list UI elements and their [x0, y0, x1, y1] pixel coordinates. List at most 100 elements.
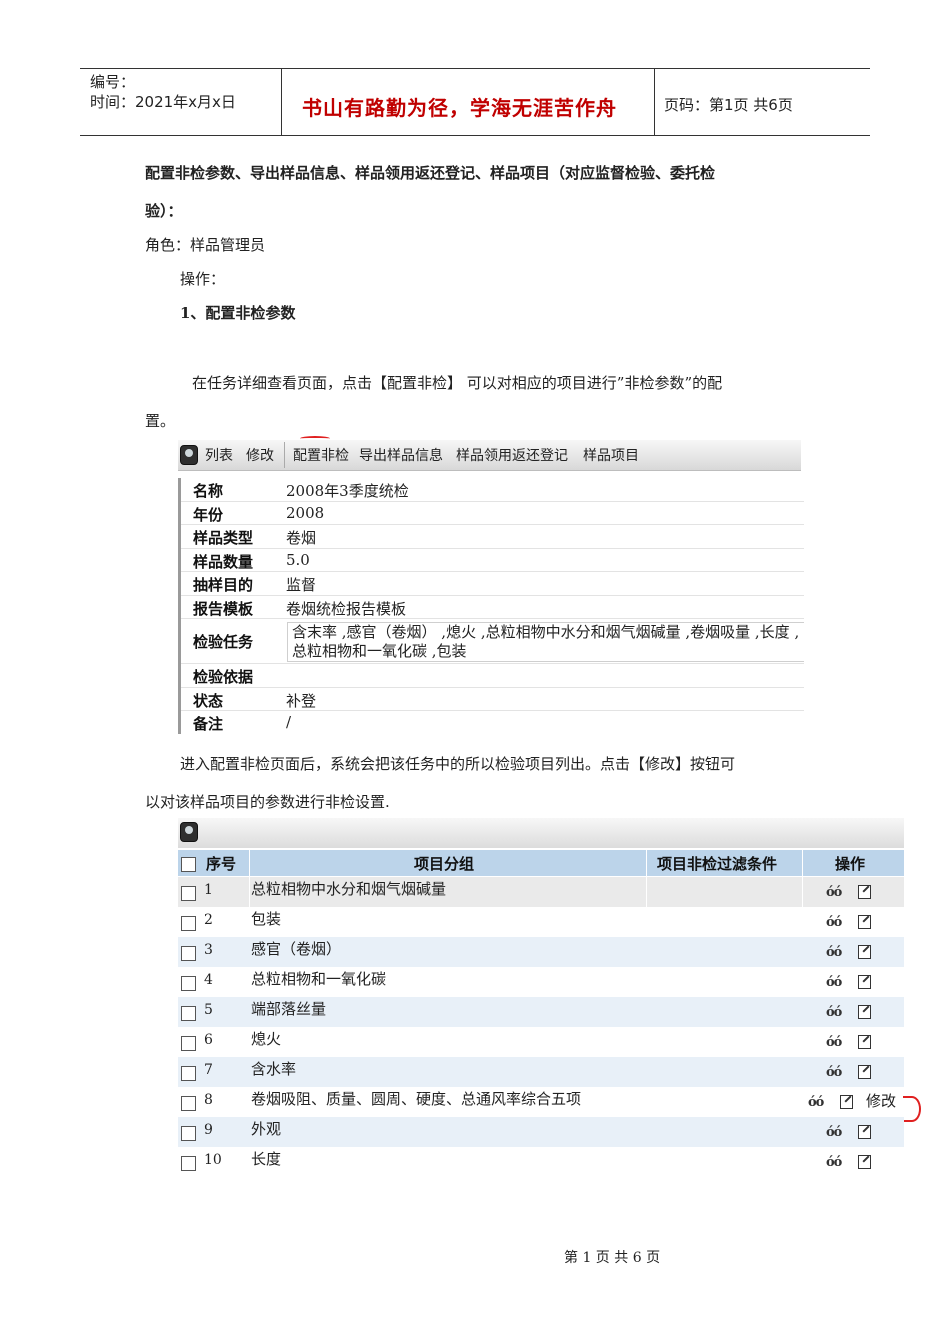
- row-checkbox[interactable]: [181, 976, 196, 991]
- detail-label: 年份: [193, 505, 224, 524]
- glasses-icon[interactable]: óó: [808, 1095, 824, 1110]
- row-num: 7: [204, 1062, 213, 1078]
- row-checkbox[interactable]: [181, 886, 196, 901]
- detail-value: /: [286, 713, 292, 731]
- glasses-icon[interactable]: óó: [826, 1035, 842, 1050]
- edit-icon[interactable]: [858, 885, 871, 899]
- grid-col-separator: [802, 877, 803, 907]
- row-name: 总粒相物和一氧化碳: [251, 970, 387, 988]
- detail-value: 监督: [286, 576, 317, 594]
- toolbar-export-button[interactable]: 导出样品信息: [359, 445, 443, 465]
- role-text: 角色：样品管理员: [145, 236, 266, 254]
- row-num: 5: [204, 1002, 213, 1018]
- edit-icon[interactable]: [858, 945, 871, 959]
- glasses-icon[interactable]: óó: [826, 1005, 842, 1020]
- modify-link[interactable]: 修改: [866, 1090, 896, 1111]
- glasses-icon[interactable]: óó: [826, 885, 842, 900]
- edit-icon[interactable]: [840, 1095, 853, 1109]
- detail-label: 名称: [193, 482, 224, 500]
- glasses-icon[interactable]: óó: [826, 1125, 842, 1140]
- section-title-line1: 配置非检参数、导出样品信息、样品领用返还登记、样品项目（对应监督检验、委托检: [145, 164, 716, 182]
- header-bottom-border: [80, 135, 870, 136]
- table-row: 1 总粒相物中水分和烟气烟碱量 óó: [178, 877, 904, 907]
- row-checkbox[interactable]: [181, 1126, 196, 1141]
- glasses-icon[interactable]: óó: [826, 975, 842, 990]
- paragraph-1: 在任务详细查看页面，点击【配置非检】 可以对相应的项目进行”非检参数”的配: [192, 374, 723, 392]
- table-row: 3 感官（卷烟） óó: [178, 937, 904, 967]
- toolbar-config-noncheck-button[interactable]: 配置非检: [293, 445, 349, 465]
- header-top-border: [80, 68, 870, 69]
- row-name: 含水率: [251, 1060, 297, 1078]
- row-checkbox[interactable]: [181, 946, 196, 961]
- row-num: 9: [204, 1122, 213, 1138]
- row-num: 1: [204, 882, 213, 898]
- detail-row: 检验任务 含末率 ,感官（卷烟） ,熄火 ,总粒相物中水分和烟气烟碱量 ,卷烟吸…: [181, 619, 804, 664]
- detail-table: 名称 2008年3季度统检 年份 2008 样品类型 卷烟 样品数量 5.0 抽…: [178, 478, 804, 734]
- edit-icon[interactable]: [858, 1125, 871, 1139]
- row-checkbox[interactable]: [181, 1066, 196, 1081]
- section-title-line2: 验）：: [145, 202, 183, 220]
- table-row: 2 包装 óó: [178, 907, 904, 937]
- grid-col-separator: [802, 850, 803, 876]
- grid-header-group: 项目分组: [414, 855, 475, 873]
- table-row: 4 总粒相物和一氧化碳 óó: [178, 967, 904, 997]
- row-num: 2: [204, 912, 213, 928]
- operation-text: 操作：: [180, 270, 226, 288]
- header-number-label: 编号：: [90, 73, 136, 91]
- row-num: 4: [204, 972, 213, 988]
- edit-icon[interactable]: [858, 975, 871, 989]
- header-page-info: 页码：第1页 共6页: [664, 96, 793, 114]
- detail-row: 备注 /: [181, 711, 804, 734]
- edit-icon[interactable]: [858, 1065, 871, 1079]
- glasses-icon[interactable]: óó: [826, 915, 842, 930]
- row-checkbox[interactable]: [181, 1006, 196, 1021]
- glasses-icon[interactable]: óó: [826, 945, 842, 960]
- page-footer: 第 1 页 共 6 页: [564, 1250, 661, 1266]
- paragraph-2: 进入配置非检页面后，系统会把该任务中的所以检验项目列出。点击【修改】按钮可: [180, 755, 736, 773]
- row-num: 8: [204, 1092, 213, 1108]
- row-name: 包装: [251, 910, 282, 928]
- row-checkbox[interactable]: [181, 916, 196, 931]
- paragraph-2-cont: 以对该样品项目的参数进行非检设置.: [145, 793, 390, 811]
- toolbar-sample-items-button[interactable]: 样品项目: [583, 445, 639, 465]
- detail-row: 样品数量 5.0: [181, 549, 804, 572]
- table-row: 10 长度 óó: [178, 1147, 904, 1177]
- row-checkbox[interactable]: [181, 1096, 196, 1111]
- grid-header-num: 序号: [206, 855, 237, 873]
- table-row: 9 外观 óó: [178, 1117, 904, 1147]
- grid-header-ops: 操作: [835, 855, 866, 873]
- detail-label: 样品类型: [193, 529, 254, 547]
- detail-label: 状态: [193, 691, 224, 710]
- glasses-icon[interactable]: óó: [826, 1155, 842, 1170]
- glasses-icon[interactable]: óó: [826, 1065, 842, 1080]
- toolbar-edit-button[interactable]: 修改: [246, 445, 274, 465]
- detail-label: 抽样目的: [193, 576, 254, 594]
- toolbar-sample-register-button[interactable]: 样品领用返还登记: [456, 445, 568, 465]
- table-row: 8 卷烟吸阻、质量、圆周、硬度、总通风率综合五项 óó 修改: [178, 1087, 904, 1117]
- header-time-label: 时间：2021年x月x日: [90, 93, 236, 111]
- row-checkbox[interactable]: [181, 1036, 196, 1051]
- row-checkbox[interactable]: [181, 1156, 196, 1171]
- edit-icon[interactable]: [858, 1035, 871, 1049]
- edit-icon[interactable]: [858, 1155, 871, 1169]
- detail-row: 报告模板 卷烟统检报告模板: [181, 596, 804, 619]
- highlight-mark: [903, 1096, 921, 1122]
- detail-row: 样品类型 卷烟: [181, 525, 804, 549]
- detail-value: 卷烟统检报告模板: [286, 599, 407, 618]
- detail-row: 检验依据: [181, 664, 804, 688]
- select-all-checkbox[interactable]: [181, 857, 196, 872]
- detail-label: 检验任务: [193, 633, 254, 651]
- table-row: 7 含水率 óó: [178, 1057, 904, 1087]
- header-motto: 书山有路勤为径，学海无涯苦作舟: [302, 96, 617, 120]
- header-divider: [654, 68, 655, 136]
- edit-icon[interactable]: [858, 915, 871, 929]
- detail-label: 检验依据: [193, 668, 254, 686]
- detail-row: 抽样目的 监督: [181, 572, 804, 596]
- detail-value-box: 含末率 ,感官（卷烟） ,熄火 ,总粒相物中水分和烟气烟碱量 ,卷烟吸量 ,长度…: [287, 622, 804, 662]
- row-name: 卷烟吸阻、质量、圆周、硬度、总通风率综合五项: [251, 1090, 582, 1108]
- detail-value: 2008年3季度统检: [286, 482, 409, 500]
- toolbar-list-button[interactable]: 列表: [205, 445, 233, 465]
- table-row: 6 熄火 óó: [178, 1027, 904, 1057]
- edit-icon[interactable]: [858, 1005, 871, 1019]
- row-name: 感官（卷烟）: [251, 940, 342, 958]
